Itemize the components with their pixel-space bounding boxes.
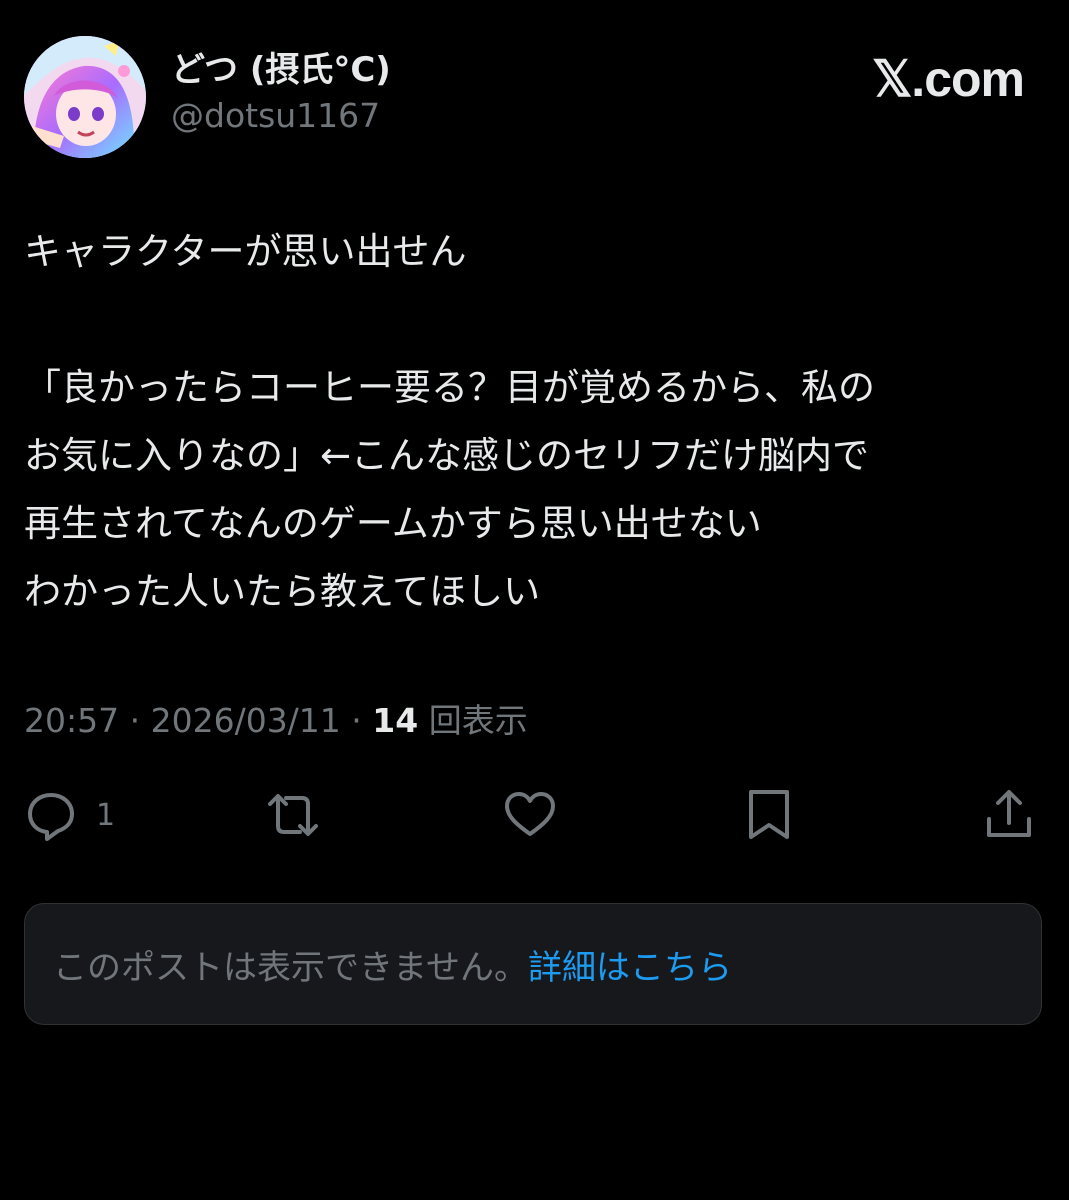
like-icon xyxy=(505,792,555,836)
bookmark-button[interactable] xyxy=(744,785,794,845)
post-line: キャラクターが思い出せん xyxy=(24,230,467,273)
bookmark-icon xyxy=(749,790,789,839)
views-label: 回表示 xyxy=(418,701,528,740)
like-button[interactable] xyxy=(502,785,558,845)
reply-button[interactable]: 1 xyxy=(24,785,115,845)
avatar[interactable] xyxy=(24,36,146,158)
reply-icon xyxy=(28,793,74,841)
post-time[interactable]: 20:57 xyxy=(24,701,119,740)
share-button[interactable] xyxy=(982,785,1036,845)
post-paragraph: 「良かったらコーヒー要る？目が覚めるから、私の お気に入りなの」←こんな感じのセ… xyxy=(24,366,875,613)
meta-separator: · xyxy=(119,701,151,740)
views-count: 14 xyxy=(372,701,419,740)
action-bar: 1 xyxy=(0,785,1069,845)
post-header: どつ (摂氏°C) @dotsu1167 𝕏.com xyxy=(24,36,1044,160)
repost-button[interactable] xyxy=(262,785,324,845)
x-logo: 𝕏.com xyxy=(872,51,1025,107)
display-name[interactable]: どつ (摂氏°C) xyxy=(171,48,391,92)
post-date[interactable]: 2026/03/11 xyxy=(151,701,341,740)
unavailable-post-notice: このポストは表示できません。 詳細はこちら xyxy=(24,903,1042,1025)
share-icon xyxy=(987,790,1031,837)
avatar-illustration xyxy=(24,36,146,158)
post-text: キャラクターが思い出せん 「良かったらコーヒー要る？目が覚めるから、私の お気に… xyxy=(24,218,1034,626)
user-handle[interactable]: @dotsu1167 xyxy=(171,94,391,138)
author-info[interactable]: どつ (摂氏°C) @dotsu1167 xyxy=(171,48,391,138)
post-meta: 20:57 · 2026/03/11 · 14 回表示 xyxy=(24,697,528,745)
repost-icon xyxy=(268,794,318,836)
learn-more-link[interactable]: 詳細はこちら xyxy=(528,940,732,989)
notice-text: このポストは表示できません。 xyxy=(53,947,528,988)
reply-count: 1 xyxy=(96,797,116,833)
meta-separator: · xyxy=(340,701,373,740)
